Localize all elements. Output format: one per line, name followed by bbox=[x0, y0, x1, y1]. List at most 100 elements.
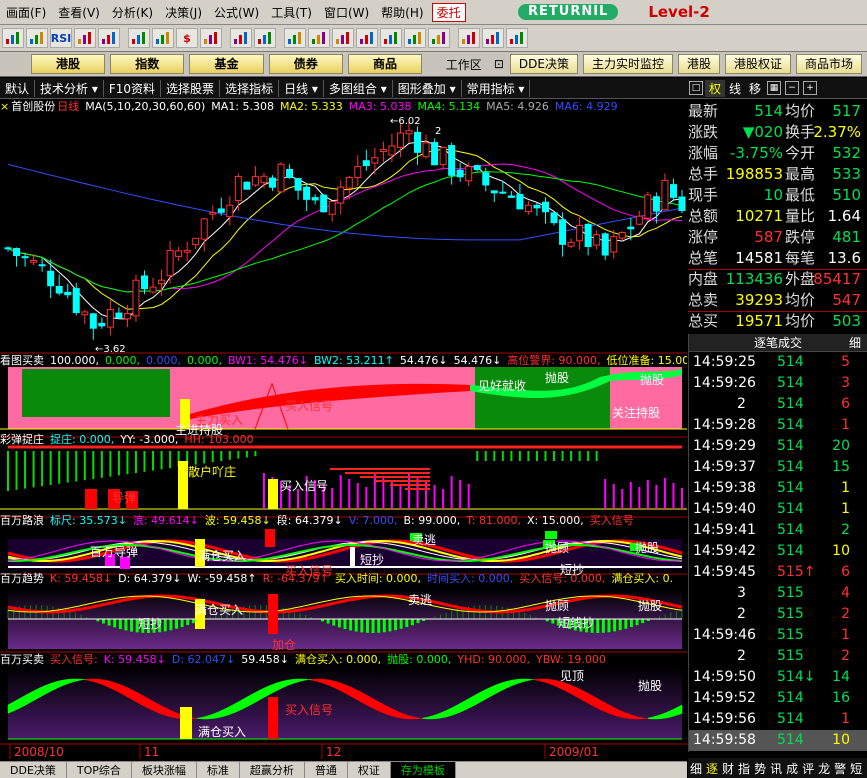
tab-4[interactable]: 选择指标 bbox=[220, 79, 280, 97]
nav-left-0[interactable]: 港股 bbox=[30, 54, 106, 74]
trade-row[interactable]: 2 514 6 bbox=[689, 394, 867, 415]
eye-icon[interactable] bbox=[200, 28, 222, 48]
trade-row[interactable]: 2 515 2 bbox=[689, 604, 867, 625]
trade-row[interactable]: 2 515 2 bbox=[689, 646, 867, 667]
trade-row[interactable]: 14:59:28 514 1 bbox=[689, 415, 867, 436]
menu-item-1[interactable]: 查看(V) bbox=[52, 4, 106, 21]
right-bottom-tab-5[interactable]: 讯 bbox=[768, 760, 784, 777]
chart-icon[interactable] bbox=[332, 28, 354, 48]
f10-icon[interactable] bbox=[98, 28, 120, 48]
chart-icon[interactable] bbox=[380, 28, 402, 48]
tab-2[interactable]: F10资料 bbox=[104, 79, 162, 97]
tab-0[interactable]: 默认 bbox=[0, 79, 36, 97]
rtab-1[interactable]: 线 bbox=[725, 80, 745, 97]
tab-3[interactable]: 选择股票 bbox=[161, 79, 221, 97]
tab-5[interactable]: 日线 ▾ bbox=[279, 79, 324, 97]
ruler-icon[interactable] bbox=[152, 28, 174, 48]
trade-row[interactable]: 14:59:29 514 20 bbox=[689, 436, 867, 457]
right-bottom-tab-0[interactable]: 细 bbox=[688, 760, 704, 777]
chart-icon[interactable] bbox=[404, 28, 426, 48]
chart-icon[interactable] bbox=[482, 28, 504, 48]
chart-icon[interactable] bbox=[284, 28, 306, 48]
nav-right-3[interactable]: 港股权证 bbox=[724, 54, 791, 74]
trade-row[interactable]: 14:59:50 514↓ 14 bbox=[689, 667, 867, 688]
trade-row[interactable]: 14:59:52 514 16 bbox=[689, 688, 867, 709]
menu-entrust[interactable]: 委托 bbox=[431, 2, 466, 22]
trade-row[interactable]: 14:59:42 514 10 bbox=[689, 541, 867, 562]
tab-6[interactable]: 多图组合 ▾ bbox=[324, 79, 393, 97]
bottom-tab-6[interactable]: 权证 bbox=[348, 762, 391, 778]
nav-left-1[interactable]: 指数 bbox=[110, 54, 185, 74]
bottom-tab-0[interactable]: DDE决策 bbox=[0, 762, 67, 778]
workspace-label[interactable]: 工作区 bbox=[440, 56, 488, 73]
help-icon[interactable] bbox=[506, 28, 528, 48]
trade-row[interactable]: 14:59:41 514 2 bbox=[689, 520, 867, 541]
nav-left-3[interactable]: 债券 bbox=[268, 54, 343, 74]
right-bottom-tab-2[interactable]: 财 bbox=[720, 760, 736, 777]
menu-item-0[interactable]: 画面(F) bbox=[0, 4, 52, 21]
menu-item-6[interactable]: 窗口(W) bbox=[318, 4, 375, 21]
cross-icon[interactable] bbox=[128, 28, 150, 48]
right-bottom-tab-7[interactable]: 评 bbox=[800, 760, 816, 777]
menu-item-3[interactable]: 决策(J) bbox=[159, 4, 208, 21]
panel-baiqushi[interactable] bbox=[7, 589, 683, 649]
rtab-0[interactable]: 权 bbox=[705, 79, 726, 97]
panel-caidan[interactable] bbox=[0, 445, 687, 510]
nav-right-1[interactable]: 主力实时监控 bbox=[582, 54, 673, 74]
bottom-tab-1[interactable]: TOP综合 bbox=[67, 762, 132, 778]
trade-row[interactable]: 14:59:25 514 5 bbox=[689, 352, 867, 373]
bar-icon[interactable] bbox=[230, 28, 252, 48]
chart-icon[interactable] bbox=[458, 28, 480, 48]
trade-row[interactable]: 14:59:40 514 1 bbox=[689, 499, 867, 520]
trade-row[interactable]: 14:59:37 514 15 bbox=[689, 457, 867, 478]
right-bottom-tab-10[interactable]: 短 bbox=[848, 760, 864, 777]
panel-bailulang[interactable] bbox=[7, 529, 683, 569]
bottom-tab-3[interactable]: 标准 bbox=[197, 762, 240, 778]
bottom-tab-7[interactable]: 存为模板 bbox=[390, 762, 456, 778]
warning-icon[interactable] bbox=[356, 28, 378, 48]
trade-row[interactable]: 14:59:56 514 1 bbox=[689, 709, 867, 730]
minus-icon[interactable]: − bbox=[785, 81, 800, 95]
bars-icon[interactable] bbox=[74, 28, 96, 48]
menu-item-7[interactable]: 帮助(H) bbox=[375, 4, 429, 21]
kline-icon[interactable] bbox=[26, 28, 48, 48]
kline-panel[interactable]: ←6.022←3.62 bbox=[4, 116, 686, 355]
chart-icon[interactable] bbox=[428, 28, 450, 48]
trade-row[interactable]: 14:59:45 515↑ 6 bbox=[689, 562, 867, 583]
menu-item-4[interactable]: 公式(W) bbox=[208, 4, 265, 21]
trades-header[interactable]: 逐笔成交细 bbox=[689, 334, 867, 352]
drawing-icon[interactable] bbox=[308, 28, 330, 48]
nav-right-2[interactable]: 港股 bbox=[677, 54, 720, 74]
rsi-icon[interactable]: RSI bbox=[50, 28, 72, 48]
menu-item-5[interactable]: 工具(T) bbox=[265, 4, 318, 21]
chart-icon[interactable] bbox=[2, 28, 24, 48]
nav-right-0[interactable]: DDE决策 bbox=[509, 54, 578, 74]
right-bottom-tab-9[interactable]: 警 bbox=[832, 760, 848, 777]
nav-left-2[interactable]: 基金 bbox=[189, 54, 264, 74]
bottom-tab-2[interactable]: 板块涨幅 bbox=[132, 762, 197, 778]
right-bottom-tab-8[interactable]: 龙 bbox=[816, 760, 832, 777]
grid-icon[interactable]: ▦ bbox=[767, 81, 782, 95]
tab-7[interactable]: 图形叠加 ▾ bbox=[393, 79, 462, 97]
bottom-tab-5[interactable]: 普通 bbox=[305, 762, 348, 778]
right-bottom-tab-6[interactable]: 成 bbox=[784, 760, 800, 777]
trade-row[interactable]: 14:59:46 515 1 bbox=[689, 625, 867, 646]
nav-right-4[interactable]: 商品市场 bbox=[796, 54, 863, 74]
right-bottom-tab-4[interactable]: 势 bbox=[752, 760, 768, 777]
panel-kantu[interactable] bbox=[0, 367, 687, 430]
trade-row[interactable]: 14:59:58 514 10 bbox=[689, 730, 867, 751]
trade-row[interactable]: 3 515 4 bbox=[689, 583, 867, 604]
window-box-icon[interactable]: □ bbox=[689, 81, 703, 95]
detail-button[interactable]: 细 bbox=[849, 334, 861, 352]
workspace-icon[interactable]: ⊡ bbox=[488, 57, 510, 71]
dollar-icon[interactable]: $ bbox=[176, 28, 198, 48]
menu-item-2[interactable]: 分析(K) bbox=[106, 4, 159, 21]
tab-8[interactable]: 常用指标 ▾ bbox=[462, 79, 531, 97]
rtab-2[interactable]: 移 bbox=[745, 80, 765, 97]
plus-icon[interactable]: + bbox=[803, 81, 818, 95]
trade-row[interactable]: 14:59:26 514 3 bbox=[689, 373, 867, 394]
nav-left-4[interactable]: 商品 bbox=[347, 54, 423, 74]
bottom-tab-4[interactable]: 超赢分析 bbox=[240, 762, 305, 778]
tab-1[interactable]: 技术分析 ▾ bbox=[35, 79, 104, 97]
trade-row[interactable]: 14:59:38 514 1 bbox=[689, 478, 867, 499]
